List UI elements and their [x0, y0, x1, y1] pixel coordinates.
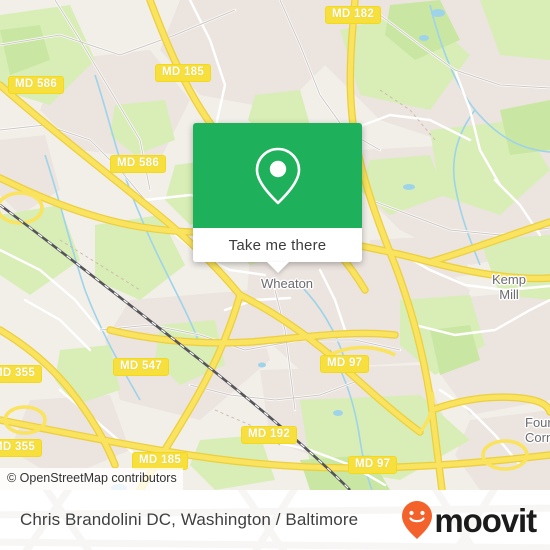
road-shield: MD 586	[110, 155, 167, 173]
bottom-bar: Chris Brandolini DC, Washington / Baltim…	[0, 490, 550, 550]
road-shield: MD 586	[8, 76, 65, 94]
road-shield: MD 355	[0, 365, 43, 383]
road-shield: MD 97	[348, 456, 398, 474]
take-me-there-button[interactable]: Take me there	[193, 228, 362, 262]
map-canvas[interactable]: MD 182 MD 185 MD 586 MD 586 MD 547 MD 35…	[0, 0, 550, 490]
take-me-there-label: Take me there	[228, 236, 327, 254]
callout-image-area	[193, 123, 362, 228]
moovit-logo: moovit	[400, 490, 537, 550]
location-title: Chris Brandolini DC, Washington / Baltim…	[20, 510, 359, 529]
place-label-line: Corners	[525, 430, 550, 445]
destination-callout-card[interactable]: Take me there	[193, 123, 362, 273]
map-pin-icon	[255, 147, 300, 204]
road-shield: MD 185	[155, 64, 212, 82]
place-label-line: Mill	[499, 287, 519, 302]
osm-attribution[interactable]: © OpenStreetMap contributors	[0, 468, 183, 490]
place-label-line: Four	[525, 415, 550, 430]
map-screenshot: MD 182 MD 185 MD 586 MD 586 MD 547 MD 35…	[0, 0, 550, 550]
moovit-wordmark: moovit	[434, 502, 537, 539]
place-label-line: Kemp	[492, 272, 526, 287]
road-shield: MD 182	[325, 6, 382, 24]
place-label-wheaton: Wheaton	[261, 276, 314, 291]
road-shield: MD 547	[113, 358, 170, 376]
place-label-four-corners: Four Corners	[525, 415, 550, 445]
place-label-kemp-mill: Kemp Mill	[481, 272, 537, 302]
moovit-pin-smiley-icon	[402, 501, 433, 539]
callout-pointer	[266, 262, 289, 273]
road-shield: MD 355	[0, 439, 43, 457]
road-shield: MD 97	[320, 355, 370, 373]
road-shield: MD 192	[241, 426, 298, 444]
